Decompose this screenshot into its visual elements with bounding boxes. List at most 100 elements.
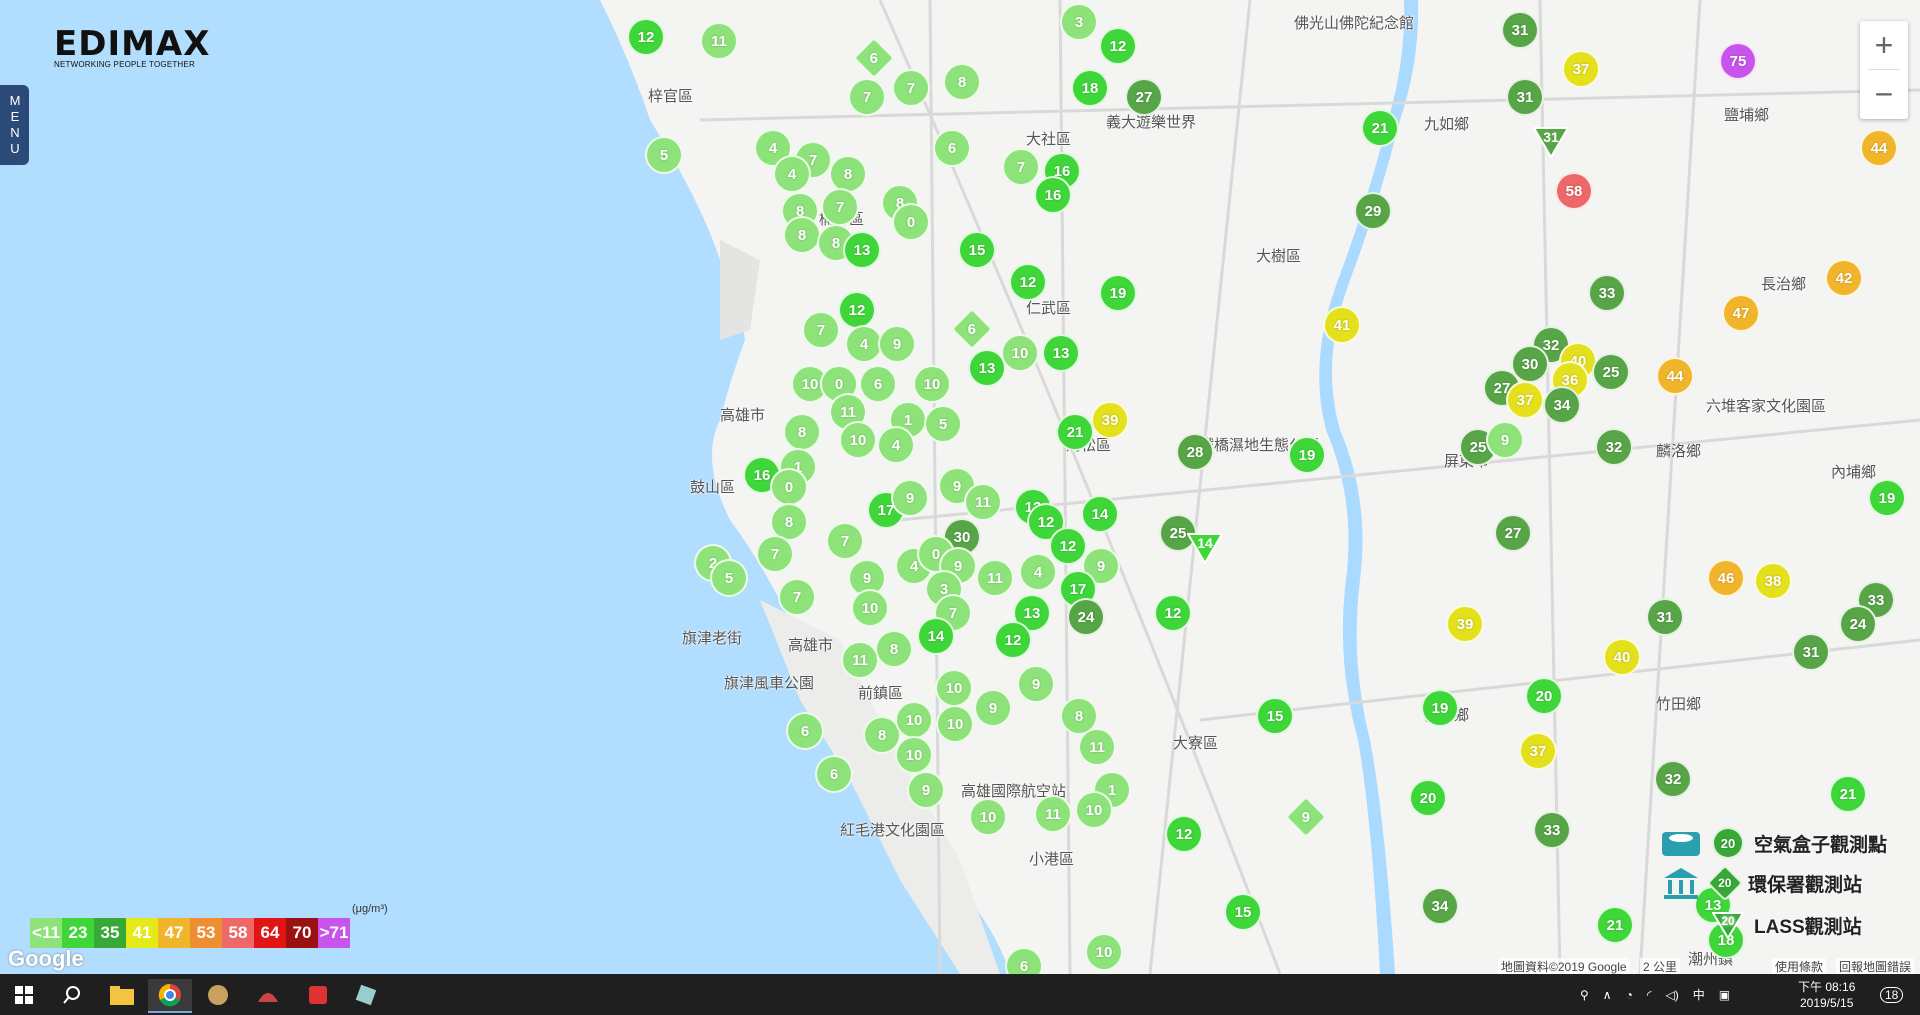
airbox-station-marker[interactable]: 4 (877, 426, 915, 464)
airbox-station-marker[interactable]: 24 (1067, 598, 1105, 636)
airbox-station-marker[interactable]: 37 (1506, 381, 1544, 419)
airbox-station-marker[interactable]: 16 (1034, 176, 1072, 214)
airbox-station-marker[interactable]: 27 (1494, 514, 1532, 552)
airbox-station-marker[interactable]: 12 (1099, 27, 1137, 65)
airbox-station-marker[interactable]: 14 (917, 617, 955, 655)
chrome-icon[interactable] (148, 979, 192, 1013)
airbox-station-marker[interactable]: 31 (1506, 78, 1544, 116)
airbox-station-marker[interactable]: 8 (783, 413, 821, 451)
notification-badge[interactable]: 18 (1880, 974, 1904, 1015)
airbox-station-marker[interactable]: 9 (1017, 665, 1055, 703)
airbox-station-marker[interactable]: 5 (710, 559, 748, 597)
airbox-station-marker[interactable]: 7 (802, 311, 840, 349)
airbox-station-marker[interactable]: 7 (756, 535, 794, 573)
report-map-error-link[interactable]: 回報地圖錯誤 (1836, 958, 1915, 975)
airbox-station-marker[interactable]: 7 (821, 188, 859, 226)
airbox-station-marker[interactable]: 42 (1825, 259, 1863, 297)
file-explorer-icon[interactable] (100, 979, 144, 1011)
terms-link[interactable]: 使用條款 (1772, 958, 1827, 975)
airbox-station-marker[interactable]: 7 (848, 78, 886, 116)
ime-indicator[interactable]: 中 (1693, 986, 1705, 1003)
airbox-station-marker[interactable]: 19 (1868, 479, 1906, 517)
airbox-station-marker[interactable]: 8 (875, 630, 913, 668)
airbox-station-marker[interactable]: 13 (843, 231, 881, 269)
airbox-station-marker[interactable]: 12 (1165, 815, 1203, 853)
network-icon[interactable]: ◔ (1626, 988, 1633, 1002)
airbox-station-marker[interactable]: 9 (891, 479, 929, 517)
airbox-station-marker[interactable]: 15 (1256, 697, 1294, 735)
map-view[interactable]: 梓官區大社區義大遊樂世界佛光山佛陀紀念館九如鄉鹽埔鄉楠梓區大樹區仁武區長治鄉高雄… (0, 0, 1920, 974)
airbox-station-marker[interactable]: 12 (1009, 263, 1047, 301)
menu-tab[interactable]: MENU (0, 85, 29, 165)
airbox-station-marker[interactable]: 11 (841, 641, 879, 679)
airbox-station-marker[interactable]: 10 (895, 736, 933, 774)
clock[interactable]: 下午 08:16 2019/5/15 (1798, 974, 1855, 1015)
airbox-station-marker[interactable]: 34 (1421, 887, 1459, 925)
airbox-station-marker[interactable]: 10 (1001, 334, 1039, 372)
airbox-station-marker[interactable]: 0 (770, 468, 808, 506)
airbox-station-marker[interactable]: 27 (1125, 78, 1163, 116)
airbox-station-marker[interactable]: 33 (1533, 811, 1571, 849)
airbox-station-marker[interactable]: 39 (1446, 605, 1484, 643)
airbox-station-marker[interactable]: 18 (1071, 69, 1109, 107)
airbox-station-marker[interactable]: 4 (773, 155, 811, 193)
airbox-station-marker[interactable]: 5 (645, 136, 683, 174)
airbox-station-marker[interactable]: 15 (1224, 893, 1262, 931)
zoom-out-button[interactable]: − (1860, 70, 1908, 118)
airbox-station-marker[interactable]: 31 (1792, 633, 1830, 671)
airbox-station-marker[interactable]: 19 (1421, 689, 1459, 727)
airbox-station-marker[interactable]: 7 (778, 578, 816, 616)
airbox-station-marker[interactable]: 21 (1829, 775, 1867, 813)
airbox-station-marker[interactable]: 19 (1288, 436, 1326, 474)
airbox-station-marker[interactable]: 10 (1075, 791, 1113, 829)
airbox-station-marker[interactable]: 11 (1078, 728, 1116, 766)
airbox-station-marker[interactable]: 39 (1091, 401, 1129, 439)
app-icon-4[interactable] (344, 979, 388, 1011)
airbox-station-marker[interactable]: 40 (1603, 638, 1641, 676)
airbox-station-marker[interactable]: 8 (829, 155, 867, 193)
airbox-station-marker[interactable]: 11 (964, 483, 1002, 521)
app-icon-2[interactable] (246, 979, 290, 1011)
airbox-station-marker[interactable]: 38 (1754, 562, 1792, 600)
airbox-station-marker[interactable]: 13 (1042, 334, 1080, 372)
chevron-up-icon[interactable]: ∧ (1603, 988, 1612, 1002)
airbox-station-marker[interactable]: 25 (1592, 353, 1630, 391)
airbox-station-marker[interactable]: 11 (976, 559, 1014, 597)
app-icon-3[interactable] (296, 979, 340, 1011)
airbox-station-marker[interactable]: 9 (878, 325, 916, 363)
airbox-station-marker[interactable]: 6 (859, 365, 897, 403)
airbox-station-marker[interactable]: 5 (924, 405, 962, 443)
airbox-station-marker[interactable]: 32 (1595, 428, 1633, 466)
airbox-station-marker[interactable]: 6 (786, 712, 824, 750)
airbox-station-marker[interactable]: 10 (969, 798, 1007, 836)
airbox-station-marker[interactable]: 12 (994, 621, 1032, 659)
airbox-station-marker[interactable]: 14 (1081, 495, 1119, 533)
zoom-in-button[interactable]: + (1860, 21, 1908, 69)
airbox-station-marker[interactable]: 44 (1860, 129, 1898, 167)
airbox-station-marker[interactable]: 4 (1019, 553, 1057, 591)
airbox-station-marker[interactable]: 8 (943, 63, 981, 101)
airbox-station-marker[interactable]: 10 (936, 705, 974, 743)
airbox-station-marker[interactable]: 10 (913, 365, 951, 403)
airbox-station-marker[interactable]: 8 (783, 216, 821, 254)
airbox-station-marker[interactable]: 31 (1501, 11, 1539, 49)
airbox-station-marker[interactable]: 21 (1596, 906, 1634, 944)
airbox-station-marker[interactable]: 7 (892, 69, 930, 107)
airbox-station-marker[interactable]: 10 (851, 589, 889, 627)
airbox-station-marker[interactable]: 12 (1154, 594, 1192, 632)
lass-station-marker[interactable]: 14 (1186, 532, 1224, 565)
airbox-station-marker[interactable]: 12 (627, 18, 665, 56)
airbox-station-marker[interactable]: 29 (1354, 192, 1392, 230)
airbox-station-marker[interactable]: 21 (1361, 109, 1399, 147)
airbox-station-marker[interactable]: 21 (1056, 413, 1094, 451)
action-center-icon[interactable]: ▣ (1719, 988, 1730, 1002)
airbox-station-marker[interactable]: 0 (892, 203, 930, 241)
airbox-station-marker[interactable]: 9 (1486, 421, 1524, 459)
lass-station-marker[interactable]: 31 (1532, 126, 1570, 159)
airbox-station-marker[interactable]: 34 (1543, 386, 1581, 424)
volume-icon[interactable]: ◁) (1666, 988, 1679, 1002)
airbox-station-marker[interactable]: 6 (815, 755, 853, 793)
airbox-station-marker[interactable]: 37 (1562, 50, 1600, 88)
app-icon-1[interactable] (196, 979, 240, 1011)
airbox-station-marker[interactable]: 9 (907, 771, 945, 809)
